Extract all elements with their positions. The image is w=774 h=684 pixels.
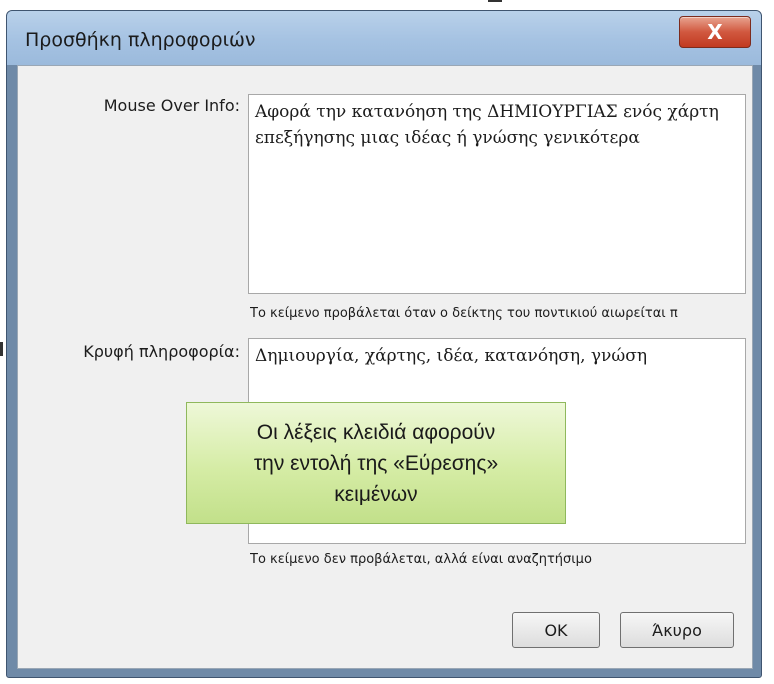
callout-line-1: Οι λέξεις κλειδιά αφορούν	[256, 420, 496, 444]
ok-button[interactable]: OK	[512, 612, 600, 648]
close-icon: X	[707, 20, 723, 44]
background-fragment	[488, 0, 502, 2]
window-title: Προσθήκη πληροφοριών	[25, 29, 256, 51]
title-bar[interactable]: Προσθήκη πληροφοριών X	[7, 11, 761, 65]
mouse-over-label: Mouse Over Info:	[103, 96, 240, 115]
mouse-over-text: Αφορά την κατανόηση της ΔΗΜΙΟΥΡΓΙΑΣ ενός…	[255, 102, 719, 148]
annotation-callout: Οι λέξεις κλειδιά αφορούν την εντολή της…	[186, 402, 566, 524]
callout-line-2: την εντολή της «Εύρεσης»	[253, 451, 499, 475]
cancel-button[interactable]: Άκυρο	[620, 612, 734, 648]
callout-line-3: κειμένων	[334, 482, 418, 506]
dialog-body: Mouse Over Info: Αφορά την κατανόηση της…	[17, 65, 753, 669]
dialog-window: Προσθήκη πληροφοριών X Mouse Over Info: …	[6, 10, 762, 678]
hidden-info-text: Δημιουργία, χάρτης, ιδέα, κατανόηση, γνώ…	[255, 346, 648, 366]
hidden-info-label: Κρυφή πληροφορία:	[83, 342, 240, 361]
background-fragment	[0, 342, 3, 356]
mouse-over-textarea[interactable]: Αφορά την κατανόηση της ΔΗΜΙΟΥΡΓΙΑΣ ενός…	[248, 94, 746, 294]
close-button[interactable]: X	[679, 16, 751, 48]
mouse-over-hint: Το κείμενο προβάλεται όταν ο δείκτης του…	[250, 306, 678, 321]
hidden-info-hint: Το κείμενο δεν προβάλεται, αλλά είναι αν…	[250, 552, 592, 567]
